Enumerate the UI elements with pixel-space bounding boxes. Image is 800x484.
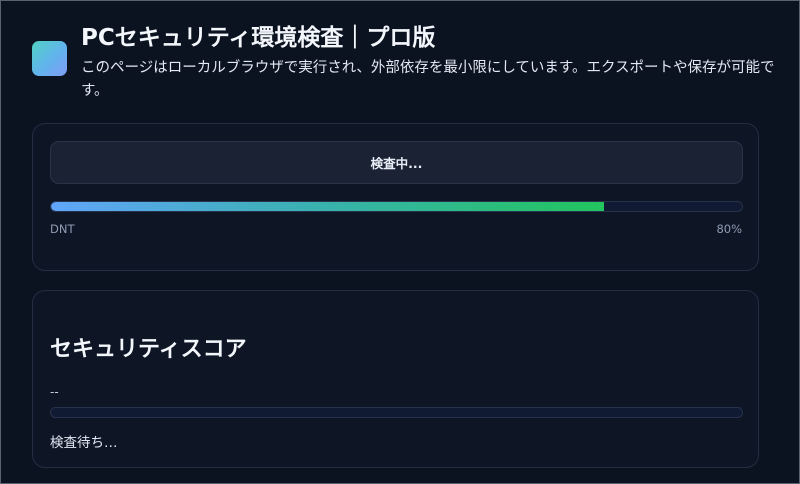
score-heading: セキュリティスコア xyxy=(50,337,247,362)
scan-progress-label: DNT xyxy=(50,222,75,236)
app-logo-icon xyxy=(32,41,67,76)
page-title: PCセキュリティ環境検査｜プロ版 xyxy=(81,25,436,51)
scan-progress-fill xyxy=(51,202,604,211)
scan-progress-percent: 80% xyxy=(716,222,742,236)
scan-button[interactable]: 検査中... xyxy=(50,141,743,184)
page-subtitle: このページはローカルブラウザで実行され、外部依存を最小限にしています。エクスポー… xyxy=(81,60,775,99)
score-status: 検査待ち… xyxy=(50,435,118,451)
score-value: -- xyxy=(50,385,59,399)
score-progress-bar xyxy=(50,407,743,418)
score-panel: セキュリティスコア -- 検査待ち… xyxy=(32,290,759,468)
scan-panel: 検査中... DNT 80% xyxy=(32,123,759,271)
scan-progress-bar xyxy=(50,201,743,212)
